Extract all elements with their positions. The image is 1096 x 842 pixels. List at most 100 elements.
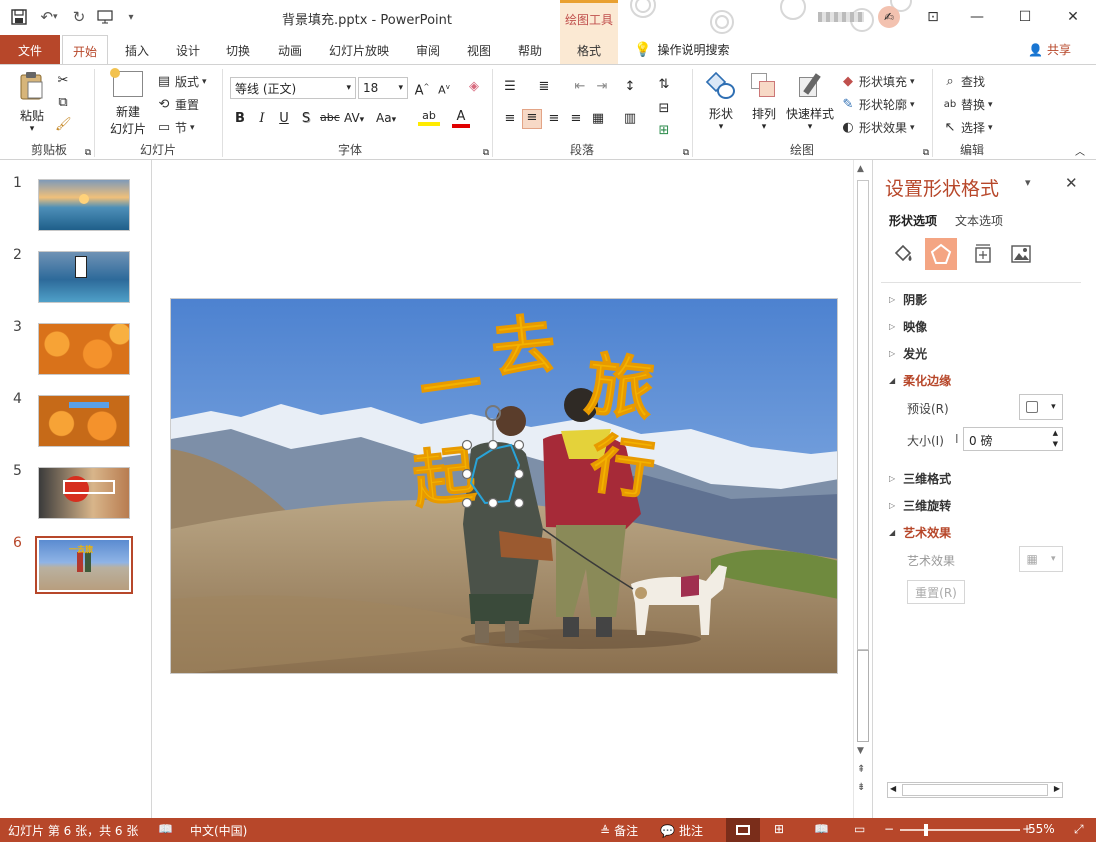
scrollbar-thumb[interactable] (857, 650, 869, 742)
increase-font-icon[interactable]: A^ (414, 79, 430, 98)
shape-effects-button[interactable]: ◐ 形状效果 ▾ (840, 119, 914, 136)
customize-qat-icon[interactable]: ▾ (118, 6, 144, 28)
justify-icon[interactable]: ≡ (568, 111, 584, 127)
zoom-level[interactable]: 55% (1028, 822, 1055, 836)
tab-transitions[interactable]: 切换 (224, 35, 252, 64)
slide-char-xing[interactable]: 行 (585, 426, 660, 510)
minimize-icon[interactable]: — (962, 6, 992, 28)
slide-sorter-icon[interactable]: ⊞ (774, 822, 784, 836)
picture-icon[interactable] (1007, 240, 1035, 268)
tab-view[interactable]: 视图 (465, 35, 493, 64)
font-name-combo[interactable]: 等线 (正文) ▾ (230, 77, 356, 99)
tab-home[interactable]: 开始 (62, 35, 108, 65)
clear-formatting-icon[interactable]: ◈ (466, 79, 482, 95)
distributed-icon[interactable]: ▦ (590, 111, 606, 127)
scroll-down-icon[interactable]: ▼ (857, 746, 864, 756)
slide-char-lv[interactable]: 旅 (581, 344, 658, 432)
cut-icon[interactable]: ✂ (55, 73, 71, 89)
replace-button[interactable]: ab 替换 ▾ (942, 96, 993, 113)
slide-thumbnail[interactable] (38, 467, 130, 519)
tell-me-search[interactable]: 💡 操作说明搜索 (634, 41, 729, 58)
scrollbar-track[interactable] (857, 180, 869, 650)
reset-button[interactable]: ⟲ 重置 (156, 96, 199, 113)
zoom-slider[interactable] (900, 829, 1020, 831)
normal-view-icon[interactable] (726, 818, 760, 842)
close-window-icon[interactable]: ✕ (1058, 6, 1088, 28)
paste-button[interactable]: 粘贴 ▾ (12, 71, 52, 134)
pane-horizontal-scrollbar[interactable]: ◀ ▶ (887, 782, 1063, 798)
spin-down-icon[interactable]: ▼ (1053, 440, 1058, 448)
quick-styles-button[interactable]: 快速样式 ▾ (784, 71, 836, 132)
fill-line-icon[interactable] (889, 240, 917, 268)
spin-up-icon[interactable]: ▲ (1053, 429, 1058, 437)
save-icon[interactable] (6, 6, 32, 28)
shape-outline-button[interactable]: ✎ 形状轮廓 ▾ (840, 96, 915, 113)
numbering-icon[interactable]: ≣ (536, 79, 552, 95)
align-left-icon[interactable]: ≡ (502, 111, 518, 127)
slide-thumbnail[interactable] (38, 179, 130, 231)
close-pane-icon[interactable]: ✕ (1065, 174, 1078, 192)
section-shadow[interactable]: ▷ 阴影 (889, 291, 927, 308)
columns-icon[interactable]: ▥ (622, 111, 638, 127)
undo-icon[interactable]: ↶ ▾ (32, 6, 66, 28)
tab-format[interactable]: 格式 (560, 35, 618, 64)
present-from-start-icon[interactable] (92, 6, 118, 28)
size-properties-icon[interactable] (969, 240, 997, 268)
underline-button[interactable]: U (276, 111, 292, 127)
slide-6-editing[interactable]: 一 去 旅 起 行 (170, 298, 838, 674)
text-shadow-button[interactable]: S (298, 111, 314, 127)
section-soft-edges[interactable]: ◢ 柔化边缘 (889, 372, 951, 389)
zoom-slider-thumb[interactable] (924, 824, 928, 836)
section-3d-format[interactable]: ▷ 三维格式 (889, 470, 951, 487)
new-slide-button[interactable]: 新建 幻灯片 (104, 68, 152, 137)
size-spinner[interactable]: 0 磅 ▲ ▼ (963, 427, 1063, 451)
bullets-icon[interactable]: ☰ (502, 79, 518, 95)
align-right-icon[interactable]: ≡ (546, 111, 562, 127)
redo-icon[interactable]: ↻ (66, 6, 92, 28)
slide-char-yi[interactable]: 一 (415, 346, 488, 428)
scroll-up-icon[interactable]: ▲ (857, 164, 864, 174)
tab-insert[interactable]: 插入 (122, 35, 152, 64)
tab-shape-options[interactable]: 形状选项 (889, 212, 937, 229)
arrange-button[interactable]: 排列 ▾ (746, 71, 782, 132)
layout-button[interactable]: ▤ 版式 ▾ (156, 73, 207, 90)
avatar[interactable]: ✍ (878, 6, 900, 28)
reading-view-icon[interactable]: 📖 (814, 822, 829, 836)
shape-fill-button[interactable]: ◆ 形状填充 ▾ (840, 73, 915, 90)
ribbon-display-options-icon[interactable]: ⊡ (918, 6, 948, 28)
tab-file[interactable]: 文件 (0, 35, 60, 64)
slide-thumbnail[interactable] (38, 251, 130, 303)
section-glow[interactable]: ▷ 发光 (889, 345, 927, 362)
decrease-indent-icon[interactable]: ⇤ (572, 79, 588, 95)
canvas-vertical-scrollbar[interactable]: ▲ ▼ ⇞ ⇟ (853, 160, 871, 818)
pane-scrollbar-thumb[interactable] (902, 784, 1048, 796)
scroll-right-icon[interactable]: ▶ (1054, 784, 1060, 793)
section-reflection[interactable]: ▷ 映像 (889, 318, 927, 335)
tab-text-options[interactable]: 文本选项 (955, 212, 1003, 229)
find-button[interactable]: ⌕ 查找 (942, 73, 985, 90)
pane-options-icon[interactable]: ▾ (1025, 176, 1031, 189)
increase-indent-icon[interactable]: ⇥ (594, 79, 610, 95)
line-spacing-icon[interactable]: ↕ (622, 79, 638, 95)
copy-icon[interactable]: ⧉ (55, 95, 71, 111)
notes-button[interactable]: ≜ 备注 (600, 822, 638, 839)
slide-thumbnail[interactable] (38, 395, 130, 447)
tab-slideshow[interactable]: 幻灯片放映 (327, 35, 391, 64)
smartart-icon[interactable]: ⊞ (656, 123, 672, 139)
tab-animations[interactable]: 动画 (276, 35, 304, 64)
tab-review[interactable]: 审阅 (414, 35, 442, 64)
fit-to-window-icon[interactable]: ⤢ (1074, 822, 1084, 837)
slide-thumbnail-selected[interactable]: 一去旅 (35, 536, 133, 594)
section-button[interactable]: ▭ 节 ▾ (156, 119, 195, 136)
align-text-icon[interactable]: ⊟ (656, 101, 672, 117)
spelling-icon[interactable]: 📖 (158, 822, 173, 836)
shapes-button[interactable]: 形状 ▾ (702, 71, 740, 132)
change-case-button[interactable]: Aa▾ (376, 111, 396, 125)
collapse-ribbon-icon[interactable]: ︿ (1072, 145, 1088, 161)
scroll-left-icon[interactable]: ◀ (890, 784, 896, 793)
comments-button[interactable]: 💬 批注 (660, 822, 703, 839)
slideshow-icon[interactable]: ▭ (854, 822, 865, 836)
reset-artistic-button[interactable]: 重置(R) (907, 580, 965, 604)
decrease-font-icon[interactable]: Av (436, 79, 452, 97)
zoom-out-icon[interactable]: − (884, 822, 894, 836)
